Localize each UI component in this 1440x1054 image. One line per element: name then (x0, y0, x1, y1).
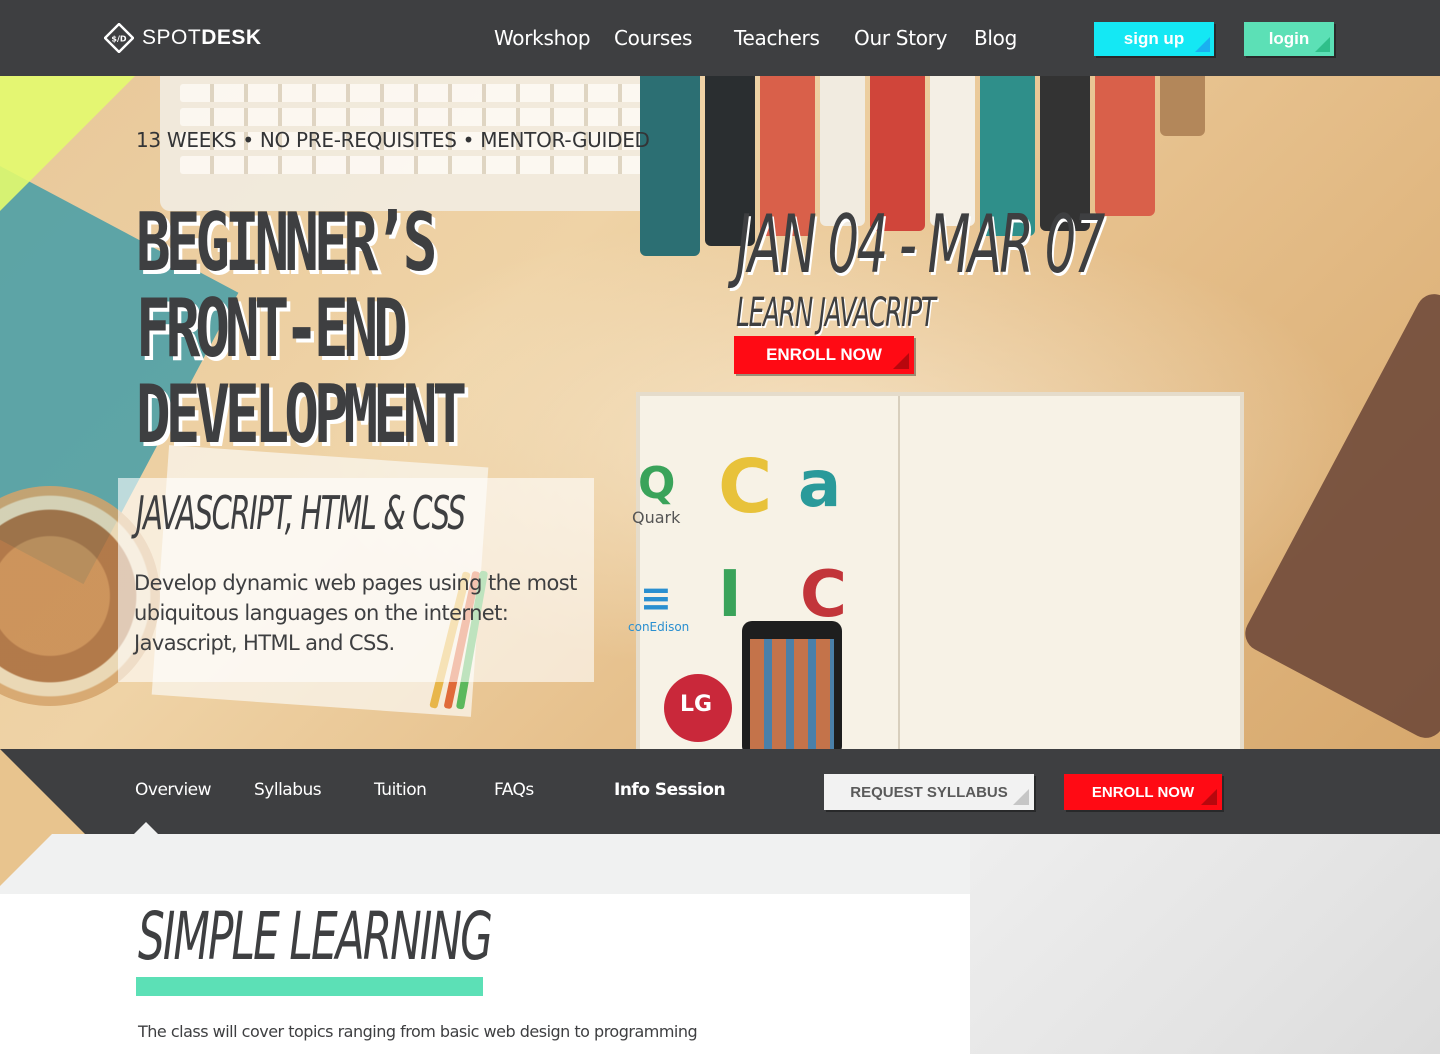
signup-label: sign up (1123, 29, 1185, 48)
nav-teachers[interactable]: Teachers (734, 26, 820, 50)
photo-logo-lg: LG (680, 692, 713, 717)
course-title-line: FRONT-END (136, 282, 408, 375)
fold-corner-icon (1195, 37, 1210, 52)
hero-photo-phone (742, 621, 842, 749)
fold-corner-icon (1013, 789, 1029, 805)
section-title: SIMPLE LEARNING (138, 898, 493, 975)
nav-workshop[interactable]: Workshop (494, 26, 591, 50)
hero-photo-tablet (1238, 287, 1440, 745)
course-subtitle: JAVASCRIPT, HTML & CSS (136, 486, 466, 540)
subnav-enroll-button[interactable]: ENROLL NOW (1064, 774, 1222, 810)
section-text: The class will cover topics ranging from… (138, 1022, 698, 1041)
logo-mark-text: $/D (111, 35, 126, 44)
nav-our-story[interactable]: Our Story (854, 26, 947, 50)
login-button[interactable]: login (1244, 22, 1334, 56)
hero-enroll-button[interactable]: ENROLL NOW (734, 336, 914, 374)
brand-name-light: SPOT (142, 26, 202, 49)
content-header-strip (0, 834, 970, 894)
hero-photo-book (1095, 76, 1155, 216)
fold-corner-icon (1315, 37, 1330, 52)
photo-logo-quark: Quark (632, 508, 681, 527)
course-tagline: LEARN JAVACRIPT (736, 290, 936, 336)
tab-syllabus[interactable]: Syllabus (254, 780, 322, 800)
signup-button[interactable]: sign up (1094, 22, 1214, 56)
hero-photo-book (640, 76, 700, 256)
fold-corner-icon (1201, 789, 1217, 805)
request-syllabus-label: REQUEST SYLLABUS (850, 783, 1008, 801)
brand-name: SPOTDESK (142, 26, 262, 50)
active-tab-caret-icon (134, 822, 158, 834)
hero-photo-book (1160, 76, 1205, 136)
course-meta: 13 WEEKS • NO PRE-REQUISITES • MENTOR-GU… (136, 128, 650, 152)
logo-diamond-icon: $/D (104, 23, 134, 53)
tab-tuition[interactable]: Tuition (374, 780, 427, 800)
hero-enroll-label: ENROLL NOW (766, 345, 882, 364)
subnav-enroll-label: ENROLL NOW (1091, 783, 1195, 801)
nav-blog[interactable]: Blog (974, 26, 1017, 50)
request-syllabus-button[interactable]: REQUEST SYLLABUS (824, 774, 1034, 810)
course-dates: JAN 04 - MAR 07 (736, 198, 1105, 291)
brand-name-bold: DESK (201, 26, 262, 49)
tab-info-session[interactable]: Info Session (614, 780, 726, 800)
tab-faqs[interactable]: FAQs (494, 780, 534, 800)
hero-accent-corner (0, 76, 135, 211)
fold-corner-icon (893, 353, 909, 369)
photo-logo-conedison: conEdison (628, 620, 690, 634)
top-navbar: $/D SPOTDESK Workshop Courses Teachers O… (0, 0, 1440, 76)
course-title: BEGINNER’S FRONT-END DEVELOPMENT (136, 200, 539, 458)
course-title-line: DEVELOPMENT (136, 368, 467, 461)
tab-overview[interactable]: Overview (135, 780, 212, 800)
login-label: login (1268, 29, 1310, 48)
course-title-line: BEGINNER’S (136, 196, 437, 289)
content-corner (0, 834, 52, 886)
sidebar-panel (970, 834, 1440, 1054)
course-description: Develop dynamic web pages using the most… (134, 571, 577, 655)
nav-courses[interactable]: Courses (614, 26, 692, 50)
section-title-underline (136, 977, 483, 996)
subnav-corner (0, 749, 85, 834)
brand-logo[interactable]: $/D SPOTDESK (104, 22, 262, 54)
